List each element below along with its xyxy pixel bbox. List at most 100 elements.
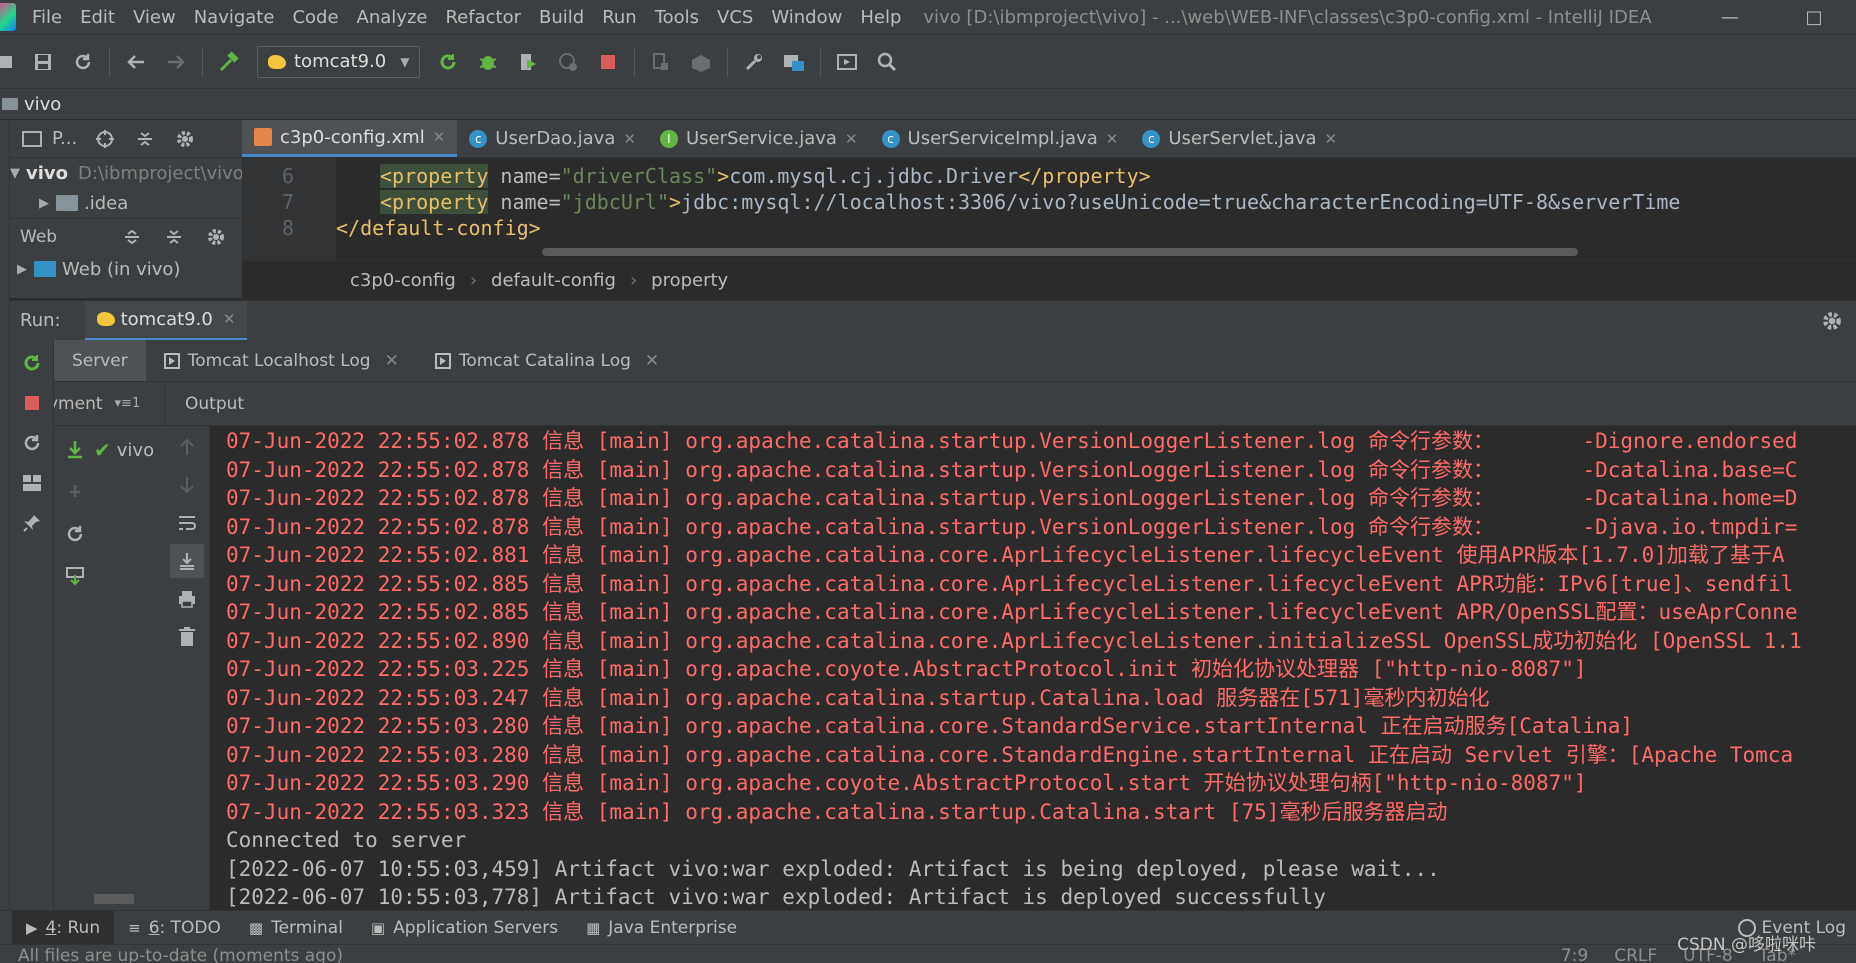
project-panel-title[interactable]: P... xyxy=(52,128,77,149)
close-icon[interactable]: ✕ xyxy=(623,130,636,148)
search-icon[interactable] xyxy=(870,45,904,79)
attach-debugger-icon[interactable] xyxy=(644,45,678,79)
undeploy-icon[interactable] xyxy=(60,477,90,507)
close-icon[interactable]: ✕ xyxy=(433,128,446,146)
open-folder-icon[interactable] xyxy=(0,45,20,79)
rerun-icon[interactable] xyxy=(431,45,465,79)
menu-refactor[interactable]: Refactor xyxy=(445,7,521,28)
code-line[interactable]: 8 </default-config> xyxy=(242,214,541,242)
menu-view[interactable]: View xyxy=(133,7,176,28)
tree-item-web[interactable]: ▶ Web (in vivo) xyxy=(10,254,242,284)
tab-userservlet[interactable]: c UserServlet.java ✕ xyxy=(1130,120,1349,157)
restart-icon[interactable] xyxy=(15,426,49,460)
gear-icon[interactable] xyxy=(199,220,233,254)
expand-arrow-icon[interactable]: ▼ xyxy=(10,166,20,181)
breadcrumb-item[interactable]: default-config xyxy=(491,270,616,291)
menu-build[interactable]: Build xyxy=(539,7,584,28)
close-icon[interactable]: ✕ xyxy=(845,130,858,148)
collapse-all-icon[interactable] xyxy=(157,220,191,254)
breadcrumb-item[interactable]: c3p0-config xyxy=(350,270,456,291)
run-configuration-selector[interactable]: tomcat9.0 ▼ xyxy=(257,45,421,78)
synchronize-icon[interactable] xyxy=(66,45,100,79)
sort-options-icon[interactable]: ▾≡1 xyxy=(115,396,141,411)
arrow-down-icon[interactable] xyxy=(170,468,204,502)
tab-tomcat-localhost-log[interactable]: Tomcat Localhost Log ✕ xyxy=(146,340,417,381)
tab-todo[interactable]: ≡ 6: TODO xyxy=(114,911,235,945)
gear-icon[interactable] xyxy=(168,122,202,156)
menu-code[interactable]: Code xyxy=(292,7,338,28)
forward-icon[interactable] xyxy=(159,45,193,79)
horizontal-scrollbar[interactable] xyxy=(94,894,134,904)
close-icon[interactable]: ✕ xyxy=(645,351,659,371)
run-with-coverage-icon[interactable] xyxy=(511,45,545,79)
tab-server[interactable]: Server xyxy=(54,340,146,381)
profile-icon[interactable] xyxy=(551,45,585,79)
scroll-to-end-icon[interactable] xyxy=(170,544,204,578)
tab-userservice[interactable]: I UserService.java ✕ xyxy=(648,120,870,157)
menu-run[interactable]: Run xyxy=(602,7,637,28)
deploy-all-icon[interactable] xyxy=(60,561,90,591)
print-icon[interactable] xyxy=(170,582,204,616)
deployment-item[interactable]: ✔ vivo xyxy=(54,432,164,468)
debug-bug-icon[interactable] xyxy=(471,45,505,79)
line-separator[interactable]: CRLF xyxy=(1614,946,1657,963)
nav-project[interactable]: vivo xyxy=(24,94,61,115)
tree-item-root[interactable]: ▼ vivo D:\ibmproject\vivo xyxy=(10,158,242,188)
deploy-icon[interactable] xyxy=(684,45,718,79)
target-icon[interactable] xyxy=(88,122,122,156)
pin-icon[interactable] xyxy=(15,506,49,540)
tab-userserviceimpl[interactable]: c UserServiceImpl.java ✕ xyxy=(870,120,1131,157)
collapsed-arrow-icon[interactable]: ▶ xyxy=(32,196,56,211)
close-icon[interactable]: ✕ xyxy=(1325,130,1338,148)
close-icon[interactable]: ✕ xyxy=(385,351,399,371)
close-icon[interactable]: ✕ xyxy=(223,310,236,328)
tab-userdao[interactable]: c UserDao.java ✕ xyxy=(457,120,648,157)
breadcrumb-item[interactable]: property xyxy=(651,270,728,291)
console-output[interactable]: 07-Jun-2022 22:55:02.878 信息 [main] org.a… xyxy=(210,426,1856,910)
tree-item-idea[interactable]: ▶ .idea xyxy=(10,188,242,218)
run-tab-tomcat[interactable]: tomcat9.0 ✕ xyxy=(84,300,248,341)
tab-c3p0-config[interactable]: c3p0-config.xml ✕ xyxy=(242,120,458,157)
tab-terminal[interactable]: ▩ Terminal xyxy=(235,911,357,945)
deploy-artifact-icon[interactable] xyxy=(60,435,90,465)
build-hammer-icon[interactable] xyxy=(212,45,246,79)
arrow-up-icon[interactable] xyxy=(170,430,204,464)
gear-icon[interactable] xyxy=(1822,311,1842,331)
back-icon[interactable] xyxy=(119,45,153,79)
menu-help[interactable]: Help xyxy=(860,7,901,28)
stop-icon[interactable] xyxy=(591,45,625,79)
code-editor[interactable]: 6 <property name="driverClass">com.mysql… xyxy=(242,158,1856,260)
tab-tomcat-catalina-log[interactable]: Tomcat Catalina Log ✕ xyxy=(417,340,677,381)
settings-wrench-icon[interactable] xyxy=(737,45,771,79)
menu-vcs[interactable]: VCS xyxy=(717,7,753,28)
project-structure-icon[interactable] xyxy=(777,45,811,79)
status-message[interactable]: All files are up-to-date (moments ago) xyxy=(18,946,343,963)
menu-file[interactable]: File xyxy=(32,7,62,28)
tab-java-enterprise[interactable]: ▦ Java Enterprise xyxy=(572,911,751,945)
minimize-icon[interactable]: — xyxy=(1688,0,1772,34)
update-icon[interactable] xyxy=(60,519,90,549)
menu-tools[interactable]: Tools xyxy=(655,7,699,28)
layout-icon[interactable] xyxy=(15,466,49,500)
soft-wrap-icon[interactable] xyxy=(170,506,204,540)
stop-icon[interactable] xyxy=(15,386,49,420)
code-line[interactable]: 7 <property name="jdbcUrl">jdbc:mysql://… xyxy=(242,188,1680,216)
rerun-icon[interactable] xyxy=(15,346,49,380)
collapsed-arrow-icon[interactable]: ▶ xyxy=(10,262,34,277)
tab-run[interactable]: ▶ 4: Run xyxy=(12,910,115,945)
menu-edit[interactable]: Edit xyxy=(80,7,115,28)
close-icon[interactable]: ✕ xyxy=(1106,130,1119,148)
caret-position[interactable]: 7:9 xyxy=(1561,946,1588,963)
horizontal-scrollbar[interactable] xyxy=(542,248,1578,256)
menu-navigate[interactable]: Navigate xyxy=(194,7,275,28)
maximize-icon[interactable]: □ xyxy=(1772,0,1856,34)
tab-application-servers[interactable]: ▣ Application Servers xyxy=(357,911,572,945)
menu-window[interactable]: Window xyxy=(771,7,842,28)
collapse-all-icon[interactable] xyxy=(128,122,162,156)
expand-all-icon[interactable] xyxy=(115,220,149,254)
code-line[interactable]: 6 <property name="driverClass">com.mysql… xyxy=(242,162,1151,190)
save-icon[interactable] xyxy=(26,45,60,79)
trash-icon[interactable] xyxy=(170,620,204,654)
presentation-icon[interactable] xyxy=(830,45,864,79)
menu-analyze[interactable]: Analyze xyxy=(357,7,428,28)
